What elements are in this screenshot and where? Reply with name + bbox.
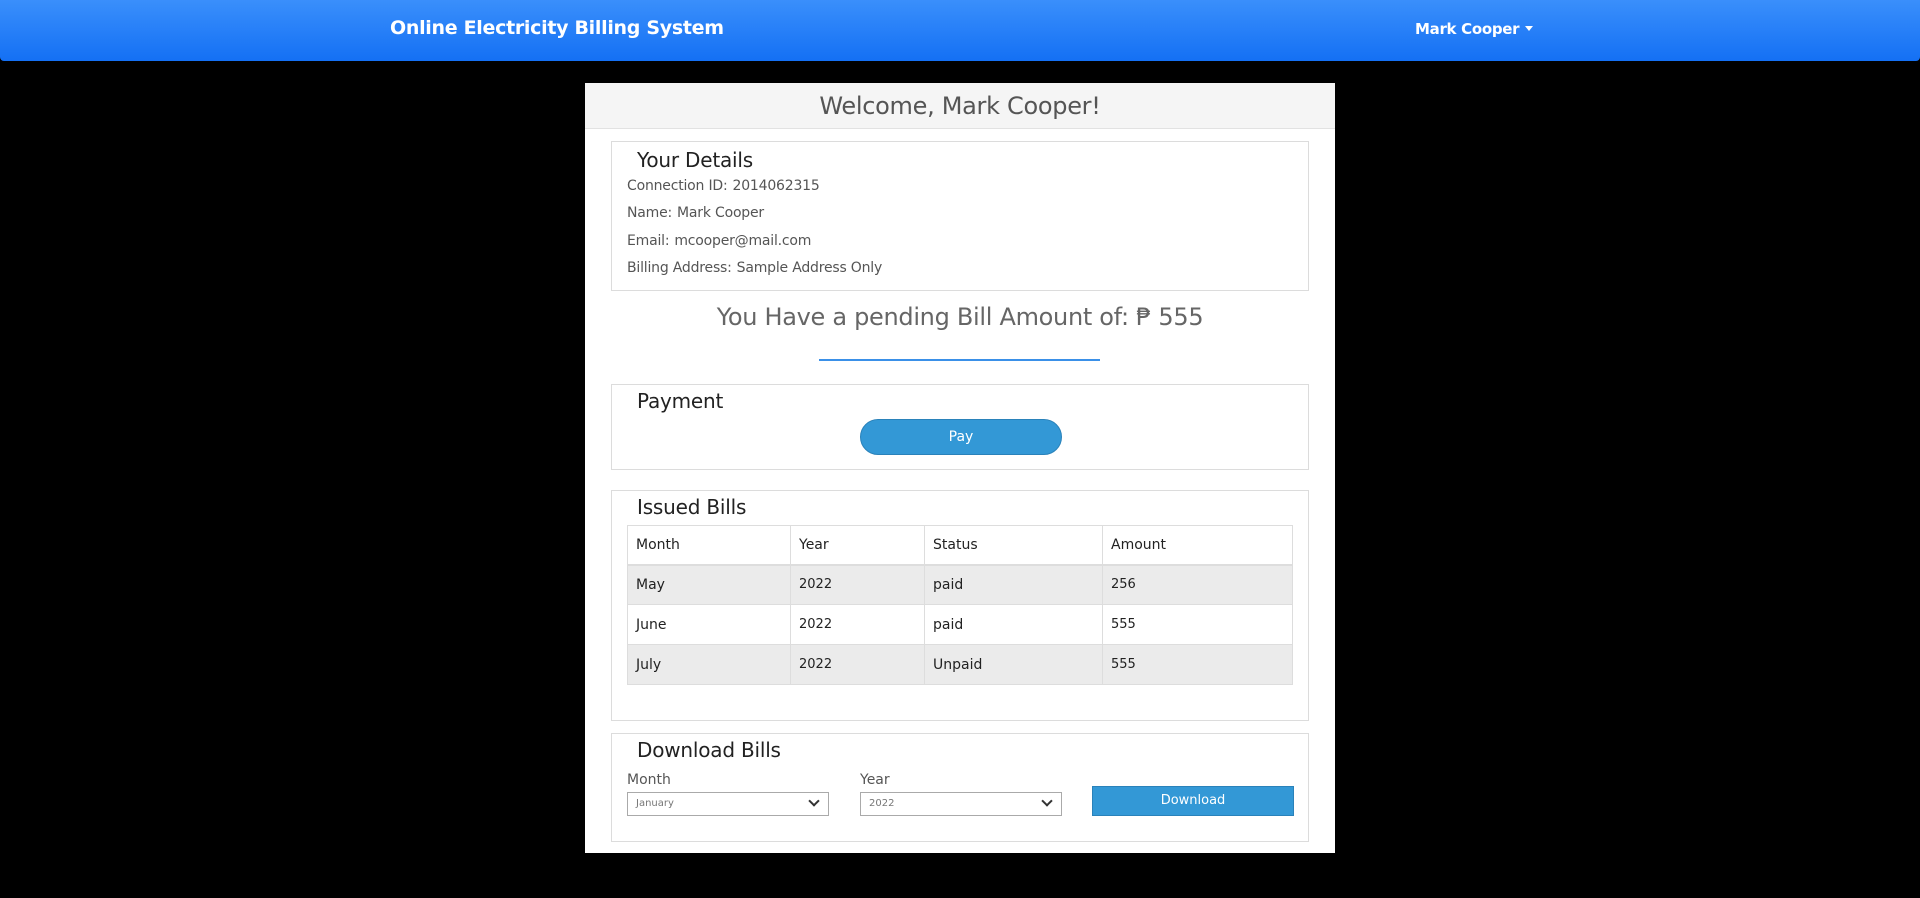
column-header-month: Month (627, 525, 791, 566)
cell-amount: 555 (1102, 644, 1293, 685)
email-row: Email: mcooper@mail.com (627, 233, 811, 249)
cell-month: July (627, 644, 791, 685)
year-select-value: 2022 (869, 798, 895, 809)
table-header-row: Month Year Status Amount (627, 525, 1293, 566)
download-button[interactable]: Download (1092, 786, 1294, 816)
cell-month: June (627, 604, 791, 645)
month-select[interactable]: January (627, 792, 829, 816)
download-bills-title: Download Bills (637, 738, 781, 762)
payment-section: Payment Pay (611, 384, 1309, 470)
cell-year: 2022 (790, 604, 925, 645)
table-row: May 2022 paid 256 (627, 564, 1293, 605)
cell-year: 2022 (790, 644, 925, 685)
table-row: July 2022 Unpaid 555 (627, 644, 1293, 685)
column-header-year: Year (790, 525, 925, 566)
main-panel: Welcome, Mark Cooper! Your Details Conne… (585, 83, 1335, 853)
issued-bills-section: Issued Bills Month Year Status Amount Ma… (611, 490, 1309, 721)
issued-bills-title: Issued Bills (637, 495, 747, 519)
details-section: Your Details Connection ID: 2014062315 Na… (611, 141, 1309, 291)
cell-status: Unpaid (924, 644, 1103, 685)
bills-table: Month Year Status Amount May 2022 paid 2… (627, 525, 1293, 685)
column-header-amount: Amount (1102, 525, 1293, 566)
navbar: Online Electricity Billing System Mark C… (0, 0, 1920, 61)
year-select[interactable]: 2022 (860, 792, 1062, 816)
address-label: Billing Address: (627, 260, 732, 276)
payment-title: Payment (637, 389, 724, 413)
chevron-down-icon (1041, 795, 1053, 807)
divider-line (819, 359, 1100, 361)
cell-status: paid (924, 604, 1103, 645)
brand-title[interactable]: Online Electricity Billing System (390, 17, 724, 39)
caret-down-icon[interactable] (1525, 26, 1534, 31)
pay-button[interactable]: Pay (860, 419, 1062, 455)
year-label: Year (860, 772, 890, 788)
user-name[interactable]: Mark Cooper (1415, 20, 1520, 38)
month-select-value: January (636, 798, 674, 809)
name-value: Mark Cooper (677, 205, 764, 221)
table-row: June 2022 paid 555 (627, 604, 1293, 645)
month-label: Month (627, 772, 671, 788)
connection-id-row: Connection ID: 2014062315 (627, 178, 820, 194)
download-bills-section: Download Bills Month January Year 2022 D… (611, 733, 1309, 842)
address-value: Sample Address Only (736, 260, 883, 276)
details-title: Your Details (637, 148, 753, 172)
address-row: Billing Address: Sample Address Only (627, 260, 882, 276)
welcome-heading: Welcome, Mark Cooper! (585, 83, 1335, 129)
email-label: Email: (627, 233, 670, 249)
email-value: mcooper@mail.com (674, 233, 812, 249)
cell-month: May (627, 564, 791, 605)
user-menu-dropdown[interactable]: Mark Cooper (1415, 20, 1534, 38)
chevron-down-icon (808, 795, 820, 807)
cell-amount: 256 (1102, 564, 1293, 605)
cell-year: 2022 (790, 564, 925, 605)
cell-status: paid (924, 564, 1103, 605)
cell-amount: 555 (1102, 604, 1293, 645)
name-row: Name: Mark Cooper (627, 205, 764, 221)
column-header-status: Status (924, 525, 1103, 566)
connection-id-label: Connection ID: (627, 178, 728, 194)
pending-amount-text: You Have a pending Bill Amount of: ₱ 555 (716, 303, 1204, 331)
connection-id-value: 2014062315 (732, 178, 820, 194)
name-label: Name: (627, 205, 673, 221)
